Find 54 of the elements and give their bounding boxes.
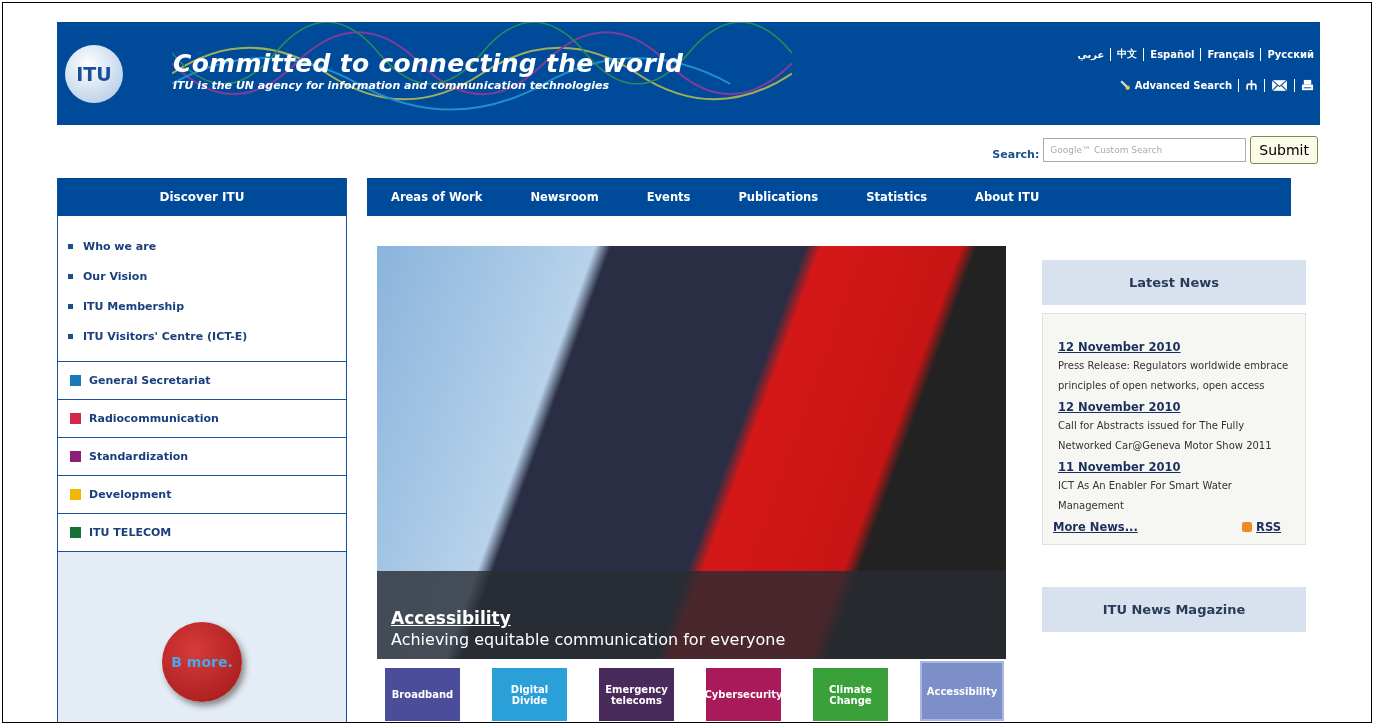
nav-link[interactable]: Newsroom (530, 190, 599, 204)
sector-link[interactable]: Radiocommunication (58, 400, 346, 438)
envelope-icon[interactable] (1271, 79, 1288, 92)
bullet-icon (68, 244, 73, 249)
news-date-link[interactable]: 12 November 2010 (1058, 340, 1291, 354)
rss-icon (1242, 522, 1253, 532)
sidebar-link[interactable]: ITU Visitors' Centre (ICT-E) (83, 330, 248, 343)
nav-link[interactable]: About ITU (975, 190, 1040, 204)
sidebar-link[interactable]: Our Vision (83, 270, 148, 283)
bullet-icon (68, 304, 73, 309)
nav-link[interactable]: Areas of Work (391, 190, 483, 204)
nav-link[interactable]: Events (646, 190, 691, 204)
sector-label: Standardization (89, 450, 189, 463)
advanced-search-link[interactable]: Advanced Search (1118, 79, 1232, 92)
news-summary: ICT As An Enabler For Smart Water Management (1058, 479, 1233, 513)
theme-tile[interactable]: Emergency telecoms (599, 668, 674, 721)
language-link[interactable]: 中文 (1117, 47, 1138, 61)
submit-button[interactable]: Submit (1250, 136, 1318, 164)
magazine-heading: ITU News Magazine (1042, 587, 1306, 632)
language-link[interactable]: Français (1207, 48, 1255, 60)
sector-label: Radiocommunication (89, 412, 219, 425)
news-summary: Call for Abstracts issued for The Fully Networked Car@Geneva Motor Show 2011 (1058, 419, 1273, 453)
news-summary: Press Release: Regulators worldwide embrace principles of open networks, open access (1058, 359, 1290, 393)
sector-label: ITU TELECOM (89, 526, 172, 539)
sidebar-link[interactable]: Who we are (83, 240, 157, 253)
nav-link[interactable]: Statistics (866, 190, 928, 204)
sector-label: General Secretariat (89, 374, 211, 387)
bullet-icon (68, 274, 73, 279)
rss-link[interactable]: RSS (1242, 520, 1281, 534)
theme-tile[interactable]: Broadband (385, 668, 460, 721)
feature-caption: Achieving equitable communication for everyone (391, 630, 787, 649)
sector-link[interactable]: Standardization (58, 438, 346, 476)
logo-text: ITU (76, 62, 112, 85)
sector-link[interactable]: Development (58, 476, 346, 514)
search-field[interactable]: Google™ Custom Search (1043, 138, 1247, 162)
language-link[interactable]: Русский (1267, 48, 1314, 60)
language-link[interactable]: عربي (1077, 48, 1105, 60)
news-date-link[interactable]: 11 November 2010 (1058, 460, 1291, 474)
rss-label: RSS (1256, 520, 1281, 534)
bullet-icon (68, 334, 73, 339)
news-heading: Latest News (1042, 260, 1306, 305)
more-news-link[interactable]: More News... (1053, 520, 1138, 534)
sector-label: Development (89, 488, 172, 501)
magnifier-icon (1118, 79, 1132, 92)
sitemap-icon[interactable] (1245, 79, 1258, 92)
sector-link[interactable]: General Secretariat (58, 362, 346, 400)
printer-icon[interactable] (1301, 79, 1314, 92)
news-date-link[interactable]: 12 November 2010 (1058, 400, 1291, 414)
feature-title-link[interactable]: Accessibility (391, 608, 511, 628)
search-label: Search: (992, 147, 1040, 161)
sidebar-heading: Discover ITU (58, 178, 346, 216)
sidebar-link[interactable]: ITU Membership (83, 300, 184, 313)
nav-link[interactable]: Publications (738, 190, 819, 204)
language-link[interactable]: Español (1150, 48, 1195, 60)
